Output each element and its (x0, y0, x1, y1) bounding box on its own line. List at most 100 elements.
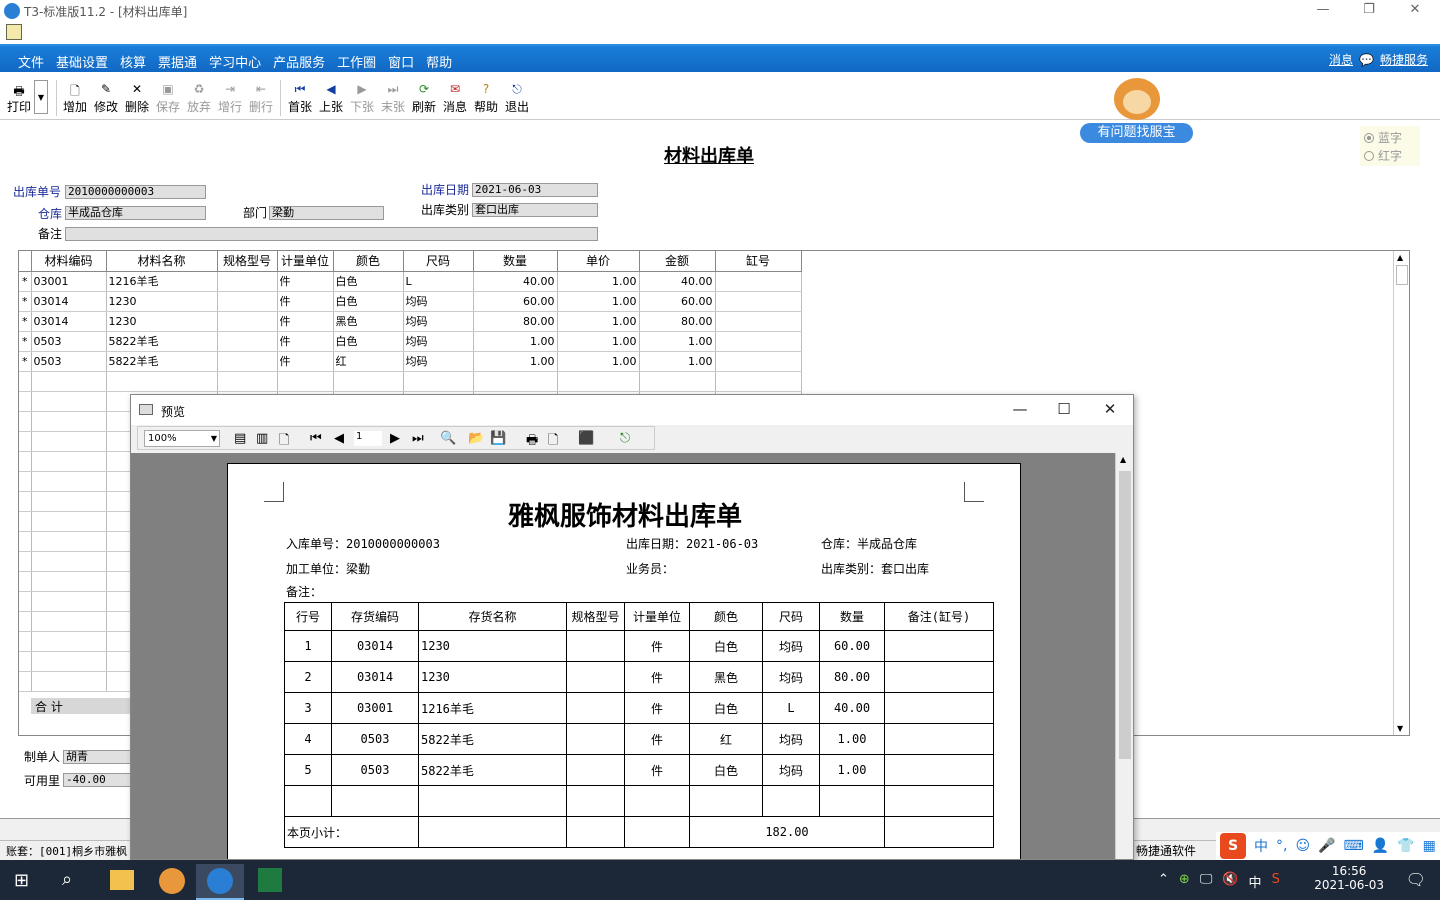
preview-minimize-button[interactable]: — (1005, 400, 1035, 420)
search-icon[interactable]: 🔍 (440, 431, 456, 446)
table-cell[interactable]: 1.00 (557, 271, 640, 292)
table-cell[interactable]: 1.00 (557, 351, 640, 372)
grid-column-header[interactable]: 金额 (639, 251, 716, 272)
radio-blue[interactable]: 蓝字 (1364, 129, 1402, 146)
table-cell[interactable]: 件 (277, 291, 334, 312)
grid-column-header[interactable]: 颜色 (333, 251, 404, 272)
menu-item[interactable]: 基础设置 (56, 52, 108, 71)
table-cell[interactable]: 黑色 (333, 311, 404, 332)
next-page-icon[interactable]: ▶ (390, 431, 400, 446)
table-cell[interactable] (31, 431, 107, 452)
grid-column-header[interactable]: 数量 (473, 251, 558, 272)
table-cell[interactable] (31, 511, 107, 532)
skin-icon[interactable]: 👕 (1397, 838, 1414, 854)
edit-button[interactable]: ✎ 修改 (91, 80, 121, 116)
print-button[interactable]: 🖶 打印 (4, 80, 34, 116)
table-cell[interactable] (31, 631, 107, 652)
table-cell[interactable] (217, 291, 278, 312)
table-cell[interactable] (217, 351, 278, 372)
exit-button[interactable]: ⎋ 退出 (502, 80, 532, 116)
document-icon[interactable] (6, 24, 22, 40)
add-row-button[interactable]: ⇥ 增行 (215, 80, 245, 116)
table-cell[interactable]: 40.00 (473, 271, 558, 292)
preview-maximize-button[interactable]: ☐ (1049, 400, 1079, 420)
sogou-icon[interactable]: S (1220, 833, 1246, 859)
table-cell[interactable]: 1.00 (473, 331, 558, 352)
scroll-up-icon[interactable]: ▲ (1397, 253, 1403, 262)
type-field[interactable]: 套口出库 (472, 203, 598, 217)
grid-column-header[interactable]: 材料名称 (106, 251, 218, 272)
table-cell[interactable]: 5822羊毛 (106, 331, 218, 352)
help-button[interactable]: ? 帮助 (471, 80, 501, 116)
table-cell[interactable] (31, 551, 107, 572)
user-icon[interactable]: 👤 (1372, 838, 1389, 854)
delete-button[interactable]: ✕ 删除 (122, 80, 152, 116)
table-cell[interactable] (715, 311, 802, 332)
print-dropdown[interactable]: ▼ (34, 80, 48, 114)
table-cell[interactable]: 1.00 (557, 311, 640, 332)
table-cell[interactable]: 60.00 (473, 291, 558, 312)
table-cell[interactable] (277, 371, 334, 392)
plus-icon[interactable]: ⊕ (1179, 872, 1190, 891)
scroll-thumb[interactable] (1396, 265, 1408, 285)
table-cell[interactable]: 0503 (31, 331, 107, 352)
table-cell[interactable]: 件 (277, 311, 334, 332)
save-icon[interactable]: 💾 (490, 431, 506, 446)
whole-page-icon[interactable]: ▤ (234, 431, 246, 446)
grid-column-header[interactable]: 单价 (557, 251, 640, 272)
table-cell[interactable]: 白色 (333, 271, 404, 292)
sogou-tray-icon[interactable]: S (1272, 872, 1280, 891)
ime-lang[interactable]: 中 (1254, 836, 1268, 856)
table-cell[interactable] (217, 311, 278, 332)
table-cell[interactable] (217, 371, 278, 392)
close-button[interactable]: ✕ (1392, 0, 1438, 22)
grid-icon[interactable]: ▦ (1423, 838, 1436, 854)
open-folder-icon[interactable]: 📂 (468, 431, 484, 446)
table-cell[interactable]: 件 (277, 351, 334, 372)
grid-column-header[interactable]: 规格型号 (217, 251, 278, 272)
restore-button[interactable]: ❐ (1346, 0, 1392, 22)
discard-button[interactable]: ♻ 放弃 (184, 80, 214, 116)
next-button[interactable]: ▶ 下张 (347, 80, 377, 116)
menu-item[interactable]: 学习中心 (209, 52, 261, 71)
table-cell[interactable] (473, 371, 558, 392)
message-button[interactable]: ✉ 消息 (440, 80, 470, 116)
table-cell[interactable]: 0503 (31, 351, 107, 372)
last-button[interactable]: ⏭ 末张 (378, 80, 408, 116)
table-cell[interactable]: 5822羊毛 (106, 351, 218, 372)
table-cell[interactable] (106, 371, 218, 392)
grid-column-header[interactable]: 缸号 (715, 251, 802, 272)
date-field[interactable]: 2021-06-03 (472, 183, 598, 197)
table-cell[interactable] (715, 271, 802, 292)
keyboard-icon[interactable]: ⌨ (1344, 838, 1364, 854)
table-cell[interactable]: 均码 (403, 331, 474, 352)
warehouse-field[interactable]: 半成品仓库 (65, 206, 206, 220)
emoji-icon[interactable]: ☺ (1295, 838, 1310, 854)
table-cell[interactable] (31, 531, 107, 552)
messages-link[interactable]: 消息 (1329, 51, 1353, 68)
doc-no-field[interactable]: 2010000000003 (65, 185, 206, 199)
network-icon[interactable]: 🖵 (1200, 872, 1213, 891)
table-cell[interactable]: 红 (333, 351, 404, 372)
table-row[interactable]: * 03014 1230 件白色 均码 60.00 1.00 60.00 (19, 291, 802, 312)
table-cell[interactable]: 1.00 (639, 351, 716, 372)
table-row[interactable]: * 0503 5822羊毛件红均码 1.00 1.00 1.00 (19, 351, 802, 372)
tray-lang[interactable]: 中 (1249, 872, 1262, 891)
add-button[interactable]: 🗋 增加 (60, 80, 90, 116)
clock[interactable]: 16:56 2021-06-03 (1314, 864, 1384, 892)
ask-service-button[interactable]: 有问题找服宝 (1080, 123, 1193, 143)
table-cell[interactable] (715, 291, 802, 312)
table-cell[interactable]: 03001 (31, 271, 107, 292)
table-cell[interactable]: 白色 (333, 291, 404, 312)
scroll-up-icon[interactable]: ▲ (1120, 455, 1126, 464)
note-field[interactable] (65, 227, 598, 241)
table-cell[interactable] (31, 371, 107, 392)
table-row[interactable]: * 0503 5822羊毛件白色 均码 1.00 1.00 1.00 (19, 331, 802, 352)
chevron-up-icon[interactable]: ⌃ (1158, 872, 1169, 891)
table-row[interactable]: * 03001 1216羊毛件白色 L 40.00 1.00 40.00 (19, 271, 802, 292)
punctuation-icon[interactable]: °, (1276, 838, 1287, 854)
taskbar-t3-app[interactable] (196, 864, 244, 900)
table-cell[interactable] (31, 491, 107, 512)
taskbar-mascot-app[interactable] (148, 864, 196, 900)
mascot-image[interactable] (1100, 78, 1174, 128)
